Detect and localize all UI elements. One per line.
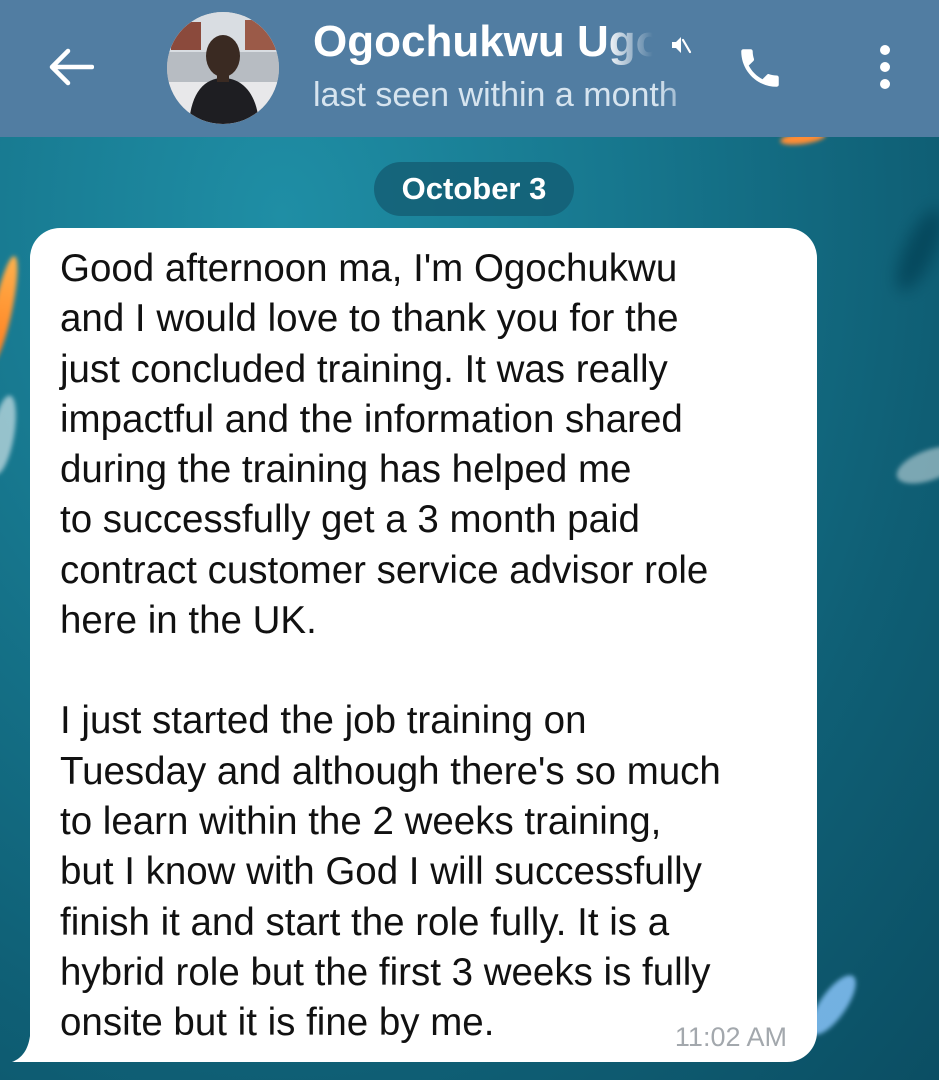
contact-avatar[interactable] — [167, 12, 279, 124]
message-paragraph: I just started the job training on Tuesd… — [60, 699, 721, 1045]
chat-header: Ogochukwu Ugo last seen within a month — [0, 0, 939, 137]
more-options-button[interactable] — [860, 36, 910, 98]
wallpaper-streak — [891, 438, 939, 492]
phone-icon — [741, 49, 779, 87]
back-button[interactable] — [40, 38, 102, 96]
date-separator: October 3 — [374, 162, 574, 216]
arrow-left-icon — [49, 48, 94, 86]
more-vertical-icon — [880, 45, 890, 89]
message-paragraph: Good afternoon ma, I'm Ogochukwu and I w… — [60, 247, 709, 643]
chat-title[interactable]: Ogochukwu Ugo last seen within a month — [313, 14, 705, 120]
call-button[interactable] — [730, 38, 790, 98]
wallpaper-streak — [887, 202, 939, 298]
muted-speaker-icon — [672, 37, 692, 54]
contact-name: Ogochukwu Ugo — [313, 17, 653, 66]
wallpaper-streak — [0, 393, 21, 477]
avatar-photo — [167, 12, 279, 124]
wallpaper-streak — [0, 254, 24, 366]
chat-screen: Ogochukwu Ugo last seen within a month O… — [0, 0, 939, 1080]
message-bubble[interactable]: Good afternoon ma, I'm Ogochukwu and I w… — [30, 228, 817, 1062]
last-seen-status: last seen within a month — [313, 76, 678, 114]
message-time: 11:02 AM — [674, 1022, 787, 1052]
